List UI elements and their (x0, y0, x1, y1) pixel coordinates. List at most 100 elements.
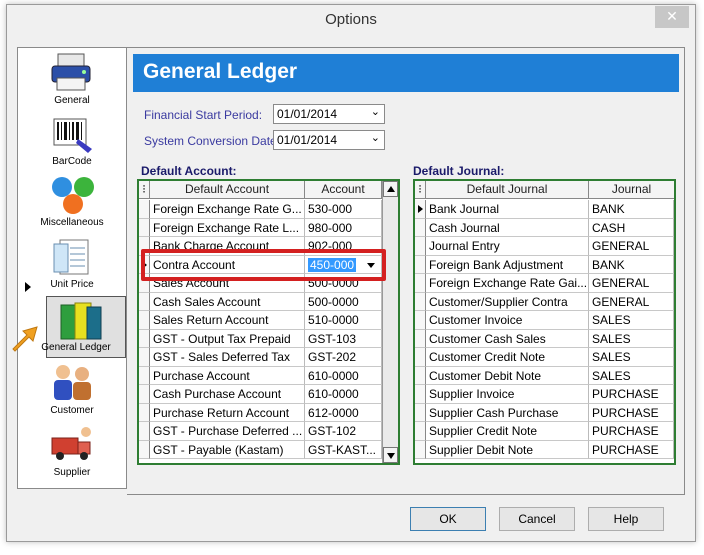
name-cell[interactable]: Foreign Exchange Rate G... (150, 200, 305, 219)
table-row[interactable]: Bank Journal BANK (415, 200, 674, 219)
column-header[interactable]: Journal (589, 181, 674, 199)
row-indicator[interactable] (139, 348, 150, 367)
chevron-down-icon[interactable]: ⌄ (371, 131, 380, 144)
code-cell[interactable]: SALES (589, 348, 674, 367)
sidebar-item-general-ledger[interactable]: General Ledger (41, 296, 126, 358)
table-row[interactable]: Customer Cash Sales SALES (415, 329, 674, 348)
row-indicator[interactable] (415, 403, 426, 422)
code-cell[interactable]: GST-102 (305, 422, 382, 441)
code-cell[interactable]: GST-103 (305, 329, 382, 348)
table-row[interactable]: Customer Debit Note SALES (415, 366, 674, 385)
name-cell[interactable]: Cash Sales Account (150, 292, 305, 311)
code-cell[interactable]: 610-0000 (305, 366, 382, 385)
code-cell[interactable]: 510-0000 (305, 311, 382, 330)
table-row[interactable]: Journal Entry GENERAL (415, 237, 674, 256)
sidebar-item-barcode[interactable]: BarCode (18, 111, 126, 173)
column-header[interactable]: Account (305, 181, 382, 199)
vertical-scrollbar[interactable] (382, 181, 398, 463)
ok-button[interactable]: OK (410, 507, 486, 531)
row-indicator[interactable] (415, 274, 426, 293)
row-indicator[interactable] (139, 200, 150, 219)
close-button[interactable]: ✕ (655, 6, 689, 28)
sidebar-item-unit-price[interactable]: Unit Price (18, 234, 126, 296)
code-cell[interactable]: 612-0000 (305, 403, 382, 422)
table-row[interactable]: Cash Sales Account 500-0000 (139, 292, 398, 311)
sidebar-item-customer[interactable]: Customer (18, 360, 126, 422)
table-row[interactable]: Foreign Exchange Rate Gai... GENERAL (415, 274, 674, 293)
row-indicator[interactable] (139, 422, 150, 441)
code-cell[interactable]: GST-KAST... (305, 440, 382, 459)
name-cell[interactable]: Purchase Return Account (150, 403, 305, 422)
name-cell[interactable]: GST - Payable (Kastam) (150, 440, 305, 459)
table-row[interactable]: Sales Return Account 510-0000 (139, 311, 398, 330)
code-cell[interactable]: GENERAL (589, 237, 674, 256)
conversion-date-select[interactable]: 01/01/2014 ⌄ (273, 130, 385, 150)
row-indicator[interactable] (139, 366, 150, 385)
table-row[interactable]: Supplier Invoice PURCHASE (415, 385, 674, 404)
row-indicator[interactable] (415, 237, 426, 256)
name-cell[interactable]: Customer Invoice (426, 311, 589, 330)
table-row[interactable]: Purchase Return Account 612-0000 (139, 403, 398, 422)
code-cell[interactable]: BANK (589, 200, 674, 219)
table-row[interactable]: GST - Sales Deferred Tax GST-202 (139, 348, 398, 367)
code-cell[interactable]: SALES (589, 311, 674, 330)
code-cell[interactable]: PURCHASE (589, 440, 674, 459)
name-cell[interactable]: Foreign Bank Adjustment (426, 255, 589, 274)
table-row[interactable]: Cash Journal CASH (415, 218, 674, 237)
code-cell[interactable]: CASH (589, 218, 674, 237)
code-cell[interactable]: SALES (589, 329, 674, 348)
table-row[interactable]: Foreign Bank Adjustment BANK (415, 255, 674, 274)
name-cell[interactable]: Cash Journal (426, 218, 589, 237)
code-cell[interactable]: 500-0000 (305, 292, 382, 311)
row-indicator[interactable] (139, 385, 150, 404)
code-cell[interactable]: BANK (589, 255, 674, 274)
row-indicator[interactable] (415, 440, 426, 459)
name-cell[interactable]: Bank Journal (426, 200, 589, 219)
code-cell[interactable]: PURCHASE (589, 385, 674, 404)
name-cell[interactable]: GST - Sales Deferred Tax (150, 348, 305, 367)
row-indicator[interactable] (415, 255, 426, 274)
scroll-up-icon[interactable] (383, 181, 398, 197)
column-header[interactable]: Default Journal (426, 181, 589, 199)
row-indicator[interactable] (139, 329, 150, 348)
table-row[interactable]: Customer/Supplier Contra GENERAL (415, 292, 674, 311)
table-row[interactable]: GST - Output Tax Prepaid GST-103 (139, 329, 398, 348)
table-row[interactable]: Customer Credit Note SALES (415, 348, 674, 367)
name-cell[interactable]: Supplier Credit Note (426, 422, 589, 441)
name-cell[interactable]: Customer Credit Note (426, 348, 589, 367)
name-cell[interactable]: Journal Entry (426, 237, 589, 256)
code-cell[interactable]: 610-0000 (305, 385, 382, 404)
code-cell[interactable]: PURCHASE (589, 422, 674, 441)
name-cell[interactable]: Customer Cash Sales (426, 329, 589, 348)
row-indicator[interactable] (415, 348, 426, 367)
row-indicator[interactable] (415, 385, 426, 404)
sidebar-item-miscellaneous[interactable]: Miscellaneous (18, 172, 126, 234)
sidebar-item-supplier[interactable]: Supplier (18, 422, 126, 484)
table-row[interactable]: Supplier Cash Purchase PURCHASE (415, 403, 674, 422)
column-header[interactable]: Default Account (150, 181, 305, 199)
help-button[interactable]: Help (588, 507, 664, 531)
code-cell[interactable]: GST-202 (305, 348, 382, 367)
cancel-button[interactable]: Cancel (499, 507, 575, 531)
code-cell[interactable]: 530-000 (305, 200, 382, 219)
row-indicator[interactable] (139, 292, 150, 311)
row-indicator[interactable] (415, 218, 426, 237)
name-cell[interactable]: Supplier Cash Purchase (426, 403, 589, 422)
row-indicator[interactable] (415, 311, 426, 330)
table-row[interactable]: GST - Payable (Kastam) GST-KAST... (139, 440, 398, 459)
chevron-down-icon[interactable]: ⌄ (371, 105, 380, 118)
row-indicator[interactable] (139, 218, 150, 237)
scroll-down-icon[interactable] (383, 447, 398, 463)
name-cell[interactable]: GST - Output Tax Prepaid (150, 329, 305, 348)
table-row[interactable]: Foreign Exchange Rate G... 530-000 (139, 200, 398, 219)
code-cell[interactable]: SALES (589, 366, 674, 385)
default-account-grid[interactable]: ⁝ Default Account Account Foreign Exchan… (137, 179, 400, 465)
name-cell[interactable]: GST - Purchase Deferred ... (150, 422, 305, 441)
row-indicator[interactable] (415, 329, 426, 348)
name-cell[interactable]: Foreign Exchange Rate Gai... (426, 274, 589, 293)
code-cell[interactable]: GENERAL (589, 274, 674, 293)
row-indicator[interactable] (415, 366, 426, 385)
code-cell[interactable]: 980-000 (305, 218, 382, 237)
name-cell[interactable]: Customer/Supplier Contra (426, 292, 589, 311)
row-indicator[interactable] (139, 403, 150, 422)
